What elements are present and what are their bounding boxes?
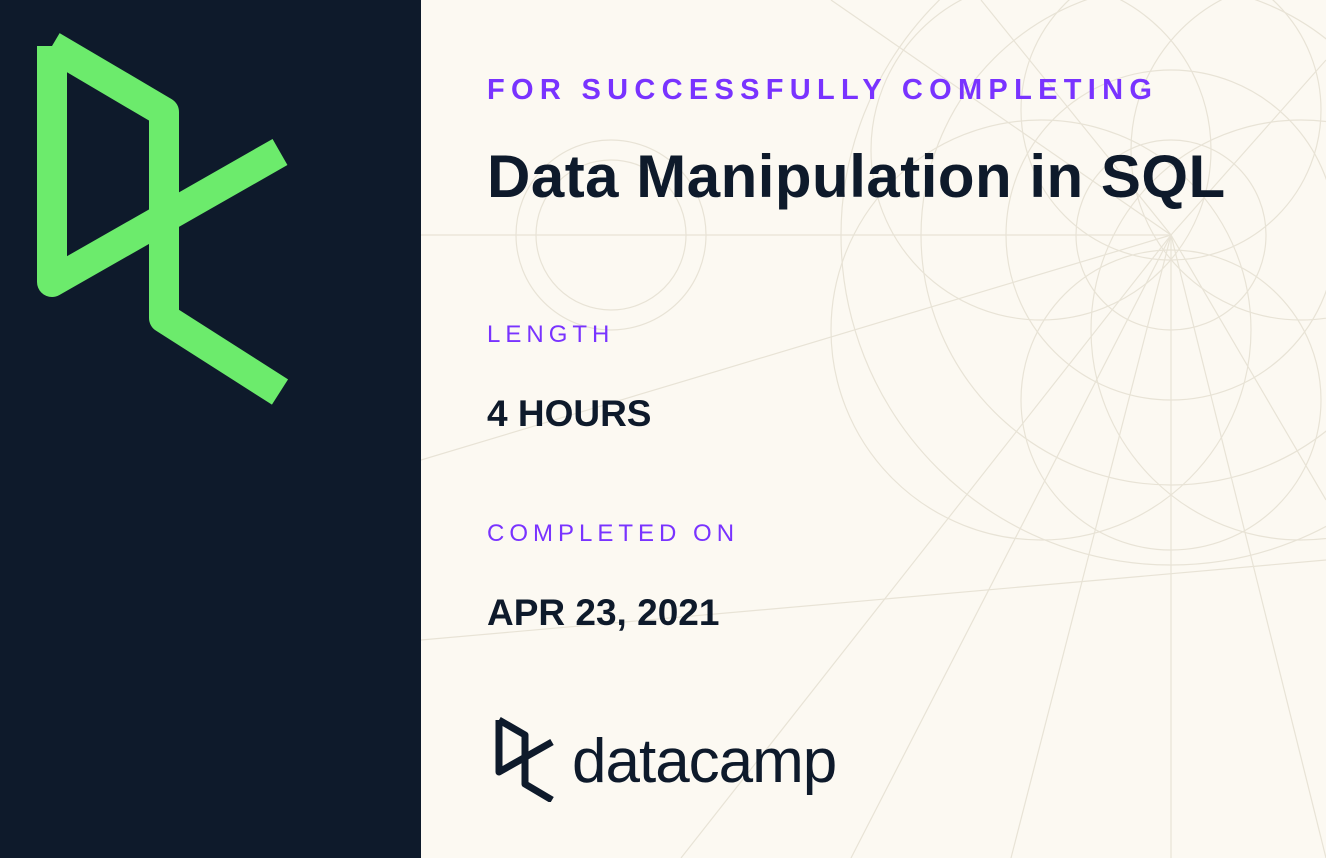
datacamp-brand: datacamp [494, 716, 837, 802]
length-label: LENGTH [487, 321, 615, 348]
datacamp-logo-large-icon [37, 33, 289, 405]
completed-value: APR 23, 2021 [487, 592, 720, 633]
sidebar-panel [0, 0, 421, 858]
datacamp-wordmark: datacamp [572, 726, 837, 796]
datacamp-dc-icon [495, 716, 554, 802]
completion-label: FOR SUCCESSFULLY COMPLETING [487, 74, 1159, 106]
completed-label: COMPLETED ON [487, 520, 740, 547]
course-title: Data Manipulation in SQL [487, 143, 1226, 210]
length-value: 4 HOURS [487, 393, 652, 434]
